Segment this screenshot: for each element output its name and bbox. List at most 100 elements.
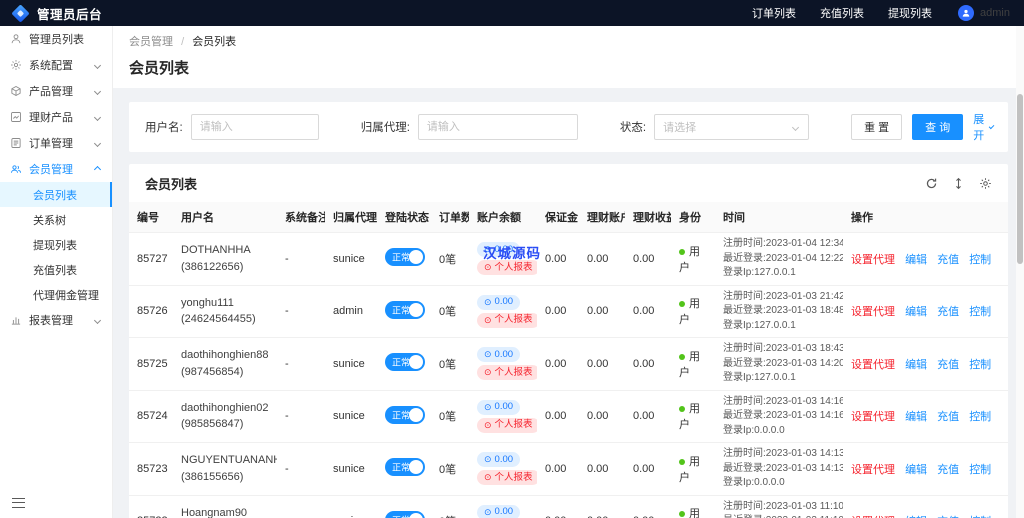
sidebar-item-order-mgmt[interactable]: 订单管理 <box>0 130 112 156</box>
login-status-toggle[interactable]: 正常 <box>385 300 425 319</box>
status-select[interactable]: 请选择 <box>654 114 810 140</box>
column-height-icon[interactable] <box>952 177 965 190</box>
topnav-order-list[interactable]: 订单列表 <box>752 5 796 21</box>
eye-icon: ⊙ <box>484 419 492 430</box>
refresh-icon[interactable] <box>925 177 938 190</box>
recharge-link[interactable]: 充值 <box>937 464 959 476</box>
control-link[interactable]: 控制 <box>969 254 991 266</box>
column-header[interactable]: 身份 <box>671 202 715 233</box>
avatar <box>958 5 975 21</box>
system-remark: - <box>277 390 325 443</box>
sidebar-subitem-label: 会员列表 <box>33 189 77 202</box>
control-link[interactable]: 控制 <box>969 359 991 371</box>
login-status-toggle[interactable]: 正常 <box>385 353 425 372</box>
personal-report-label: 个人报表 <box>494 419 533 431</box>
column-header[interactable]: 编号 <box>129 202 173 233</box>
column-header[interactable]: 理财收益 <box>625 202 671 233</box>
control-link[interactable]: 控制 <box>969 411 991 423</box>
column-header[interactable]: 时间 <box>715 202 843 233</box>
balance-badge[interactable]: ⊙ 0.00 <box>477 242 521 258</box>
sidebar-subitem-agent-commission[interactable]: 代理佣金管理 <box>0 282 112 307</box>
eye-icon: ⊙ <box>484 262 492 273</box>
edit-link[interactable]: 编辑 <box>905 306 927 318</box>
sidebar-item-report-mgmt[interactable]: 报表管理 <box>0 307 112 333</box>
topnav-recharge-list[interactable]: 充值列表 <box>820 5 864 21</box>
set-agent-link[interactable]: 设置代理 <box>851 254 895 266</box>
sidebar-subitem-member-list[interactable]: 会员列表 <box>0 182 112 207</box>
personal-report-badge[interactable]: ⊙ 个人报表 <box>477 417 537 433</box>
personal-report-badge[interactable]: ⊙ 个人报表 <box>477 470 537 486</box>
eye-icon: ⊙ <box>484 506 492 517</box>
recharge-link[interactable]: 充值 <box>937 254 959 266</box>
balance-badge[interactable]: ⊙ 0.00 <box>477 504 521 518</box>
balance-badge[interactable]: ⊙ 0.00 <box>477 347 521 363</box>
sidebar-item-finance-product[interactable]: 理财产品 <box>0 104 112 130</box>
sidebar-subitem-recharge-list[interactable]: 充值列表 <box>0 257 112 282</box>
sidebar-subitem-withdraw-list[interactable]: 提现列表 <box>0 232 112 257</box>
gear-icon[interactable] <box>979 177 992 190</box>
topnav-withdraw-list[interactable]: 提现列表 <box>888 5 932 21</box>
column-header[interactable]: 保证金 <box>537 202 579 233</box>
balance-badge[interactable]: ⊙ 0.00 <box>477 294 521 310</box>
login-status-toggle[interactable]: 正常 <box>385 248 425 267</box>
sidebar-subitem-relation-tree[interactable]: 关系树 <box>0 207 112 232</box>
control-link[interactable]: 控制 <box>969 306 991 318</box>
column-header[interactable]: 归属代理 <box>325 202 377 233</box>
recharge-link[interactable]: 充值 <box>937 306 959 318</box>
eye-icon: ⊙ <box>484 296 492 307</box>
column-header[interactable]: 操作 <box>843 202 1008 233</box>
sidebar-item-product-mgmt[interactable]: 产品管理 <box>0 78 112 104</box>
set-agent-link[interactable]: 设置代理 <box>851 359 895 371</box>
recharge-link[interactable]: 充值 <box>937 411 959 423</box>
scrollbar-thumb[interactable] <box>1017 94 1023 264</box>
set-agent-link[interactable]: 设置代理 <box>851 306 895 318</box>
edit-link[interactable]: 编辑 <box>905 359 927 371</box>
balance-badge[interactable]: ⊙ 0.00 <box>477 399 521 415</box>
column-header[interactable]: 账户余额 <box>469 202 537 233</box>
edit-link[interactable]: 编辑 <box>905 254 927 266</box>
owner-agent: sunice <box>325 337 377 391</box>
login-status-toggle[interactable]: 正常 <box>385 510 425 518</box>
set-agent-link[interactable]: 设置代理 <box>851 464 895 476</box>
system-remark: - <box>277 337 325 391</box>
edit-link[interactable]: 编辑 <box>905 411 927 423</box>
expand-toggle[interactable]: 展开 <box>973 111 995 143</box>
column-header[interactable]: 系统备注 <box>277 202 325 233</box>
member-username: daothihonghien02 <box>181 401 269 414</box>
set-agent-link[interactable]: 设置代理 <box>851 411 895 423</box>
personal-report-badge[interactable]: ⊙ 个人报表 <box>477 260 537 276</box>
username-input[interactable] <box>190 114 319 140</box>
sidebar-item-member-mgmt[interactable]: 会员管理 <box>0 156 112 182</box>
owner-agent: admin <box>325 285 377 338</box>
column-header[interactable]: 理财账户 <box>579 202 625 233</box>
control-link[interactable]: 控制 <box>969 464 991 476</box>
finance-profit-value: 0.00 <box>625 285 671 338</box>
column-header[interactable]: 用户名 <box>173 202 277 233</box>
status-filter-label: 状态: <box>619 122 647 134</box>
search-button[interactable]: 查 询 <box>912 114 964 140</box>
breadcrumb-parent[interactable]: 会员管理 <box>129 36 173 48</box>
column-header[interactable]: 登陆状态 <box>377 202 431 233</box>
finance-profit-value: 0.00 <box>625 390 671 443</box>
sidebar-collapse-icon[interactable] <box>12 498 25 508</box>
register-time: 注册时间:2023-01-03 21:42 <box>723 290 843 302</box>
personal-report-badge[interactable]: ⊙ 个人报表 <box>477 365 537 381</box>
column-header[interactable]: 订单数 <box>431 202 469 233</box>
last-login-time: 最近登录:2023-01-03 14:13 <box>723 462 843 474</box>
login-status-toggle[interactable]: 正常 <box>385 458 425 477</box>
user-menu[interactable]: admin <box>958 5 1010 22</box>
sidebar-item-system-config[interactable]: 系统配置 <box>0 52 112 78</box>
agent-input[interactable] <box>417 114 578 140</box>
balance-value: 0.00 <box>494 401 514 413</box>
recharge-link[interactable]: 充值 <box>937 359 959 371</box>
login-status-toggle[interactable]: 正常 <box>385 405 425 424</box>
reset-button[interactable]: 重 置 <box>851 114 903 140</box>
table-row: 85725 daothihonghien88 (987456854) - sun… <box>129 337 1008 391</box>
balance-badge[interactable]: ⊙ 0.00 <box>477 452 521 468</box>
personal-report-badge[interactable]: ⊙ 个人报表 <box>477 312 537 328</box>
product-icon <box>11 85 21 97</box>
page-scrollbar[interactable] <box>1016 26 1024 518</box>
edit-link[interactable]: 编辑 <box>905 464 927 476</box>
sidebar-item-admin-list[interactable]: 管理员列表 <box>0 26 112 52</box>
breadcrumb: 会员管理 / 会员列表 <box>129 33 1008 49</box>
